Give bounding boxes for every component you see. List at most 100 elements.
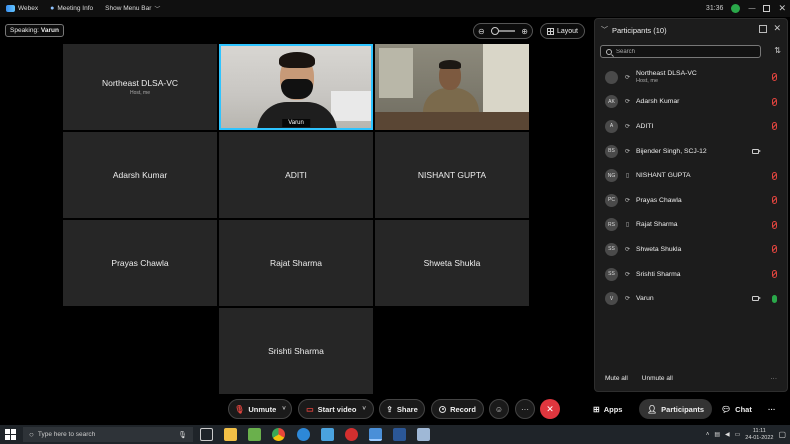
participant-search[interactable] — [600, 45, 761, 58]
speaking-indicator: Speaking: Varun — [5, 24, 64, 37]
mic-muted-icon[interactable] — [772, 270, 777, 279]
taskbar-clock[interactable]: 11:11 24-01-2022 — [745, 428, 773, 442]
mic-active-icon[interactable] — [772, 294, 777, 303]
participant-row[interactable]: SS ⟳ Srishti Sharma — [595, 262, 787, 287]
edge-icon[interactable] — [297, 428, 310, 441]
video-tile-srishti-sharma[interactable]: Srishti Sharma — [219, 308, 373, 394]
mic-muted-icon[interactable] — [772, 196, 777, 205]
video-tile-aditi[interactable]: ADITI — [219, 132, 373, 218]
more-options-icon[interactable]: ··· — [771, 375, 778, 382]
windows-taskbar: ○ Type here to search 🎙︎ ˄ ▤ ◀ ▭ 11:11 2… — [0, 425, 790, 444]
phone-icon: ▯ — [625, 222, 630, 229]
webex-logo-icon — [6, 5, 15, 12]
participants-footer: Mute all Unmute all ··· — [595, 371, 787, 385]
unmute-button[interactable]: 🎙︎ Unmute ˅ — [228, 399, 292, 419]
mic-muted-icon[interactable] — [772, 171, 777, 180]
word-icon[interactable] — [393, 428, 406, 441]
webex-taskbar-icon[interactable] — [369, 428, 382, 441]
connection-status-icon — [731, 4, 741, 13]
participant-row[interactable]: A ⟳ ADITI — [595, 114, 787, 139]
video-person-mask — [281, 79, 313, 99]
video-tile-shweta-shukla[interactable]: Shweta Shukla — [375, 220, 529, 306]
windows-start-icon[interactable] — [5, 429, 16, 440]
show-menu-bar-button[interactable]: Show Menu Bar ﹀ — [105, 4, 160, 13]
zoom-control[interactable]: ⊖ ⊕ — [473, 23, 533, 39]
microphone-icon[interactable]: 🎙︎ — [178, 431, 187, 439]
file-explorer-icon[interactable] — [224, 428, 237, 441]
mute-all-button[interactable]: Mute all — [605, 375, 628, 382]
participant-search-input[interactable] — [616, 48, 746, 55]
zoom-in-icon[interactable]: ⊕ — [521, 27, 528, 36]
video-tile-prayas-chawla[interactable]: Prayas Chawla — [63, 220, 217, 306]
participant-row[interactable]: PC ⟳ Prayas Chawla — [595, 188, 787, 213]
record-button[interactable]: Record — [431, 399, 484, 419]
video-tile-rajat-sharma[interactable]: Rajat Sharma — [219, 220, 373, 306]
camera-icon — [752, 296, 761, 302]
participant-row[interactable]: BS ⟳ Bijender Singh, SCJ-12 — [595, 139, 787, 164]
record-icon — [439, 405, 447, 413]
tray-chevron-up-icon[interactable]: ˄ — [706, 432, 710, 438]
collapse-chevron-icon[interactable]: ﹀ — [601, 25, 608, 35]
taskbar-search[interactable]: ○ Type here to search 🎙︎ — [23, 427, 193, 442]
video-tile-varun[interactable]: Varun — [219, 44, 373, 130]
mic-muted-icon[interactable] — [772, 122, 777, 131]
mic-muted-icon[interactable] — [772, 97, 777, 106]
participant-row[interactable]: AK ⟳ Adarsh Kumar — [595, 90, 787, 115]
share-button[interactable]: ⇪ Share — [379, 399, 425, 419]
participants-button[interactable]: 👤︎ Participants — [639, 399, 713, 419]
volume-icon[interactable]: ◀ — [725, 431, 730, 438]
participant-row[interactable]: RS ▯ Rajat Sharma — [595, 213, 787, 238]
minimize-icon[interactable]: — — [748, 5, 755, 12]
participant-row[interactable]: V ⟳ Varun — [595, 286, 787, 311]
participant-role: Host, me — [636, 78, 659, 85]
zoom-out-icon[interactable]: ⊖ — [478, 27, 485, 36]
zoom-slider[interactable] — [491, 27, 515, 35]
avatar: BS — [605, 144, 618, 158]
apps-button[interactable]: ⊞ Apps — [593, 399, 622, 419]
end-call-button[interactable]: ✕ — [540, 399, 560, 419]
participant-name-text: NISHANT GUPTA — [636, 172, 691, 180]
more-options-button[interactable]: ··· — [515, 399, 535, 419]
close-icon[interactable]: ✕ — [778, 3, 786, 14]
reactions-button[interactable]: ☺ — [489, 399, 509, 419]
unmute-all-button[interactable]: Unmute all — [642, 375, 673, 382]
close-panel-icon[interactable]: ✕ — [773, 23, 781, 34]
tile-name: Prayas Chawla — [111, 258, 169, 268]
app-icon-green[interactable] — [248, 428, 261, 441]
video-tile-adarsh-kumar[interactable]: Adarsh Kumar — [63, 132, 217, 218]
start-video-button[interactable]: ▭ Start video ˅ — [298, 399, 374, 419]
video-tile-nishant-gupta[interactable]: NISHANT GUPTA — [375, 132, 529, 218]
share-label: Share — [396, 404, 418, 414]
opera-icon[interactable] — [345, 428, 358, 441]
participant-row[interactable]: SS ⟳ Shweta Shukla — [595, 237, 787, 262]
pop-out-icon[interactable] — [759, 25, 767, 33]
app-icon-lightblue[interactable] — [417, 428, 430, 441]
chat-button[interactable]: 💬︎ Chat — [721, 399, 752, 419]
mic-muted-icon[interactable] — [772, 73, 777, 82]
apps-grid-icon: ⊞ — [593, 404, 600, 414]
participant-row[interactable]: NG ▯ NISHANT GUPTA — [595, 163, 787, 188]
chrome-icon[interactable] — [272, 428, 285, 441]
layout-button[interactable]: Layout — [540, 23, 585, 39]
mic-muted-icon[interactable] — [772, 220, 777, 229]
smiley-icon: ☺ — [494, 404, 504, 414]
chevron-down-icon[interactable]: ˅ — [362, 406, 366, 412]
video-tile-bijender-singh[interactable] — [375, 44, 529, 130]
sort-icon[interactable]: ⇅ — [774, 46, 781, 55]
apps-label: Apps — [603, 404, 623, 414]
more-panels-button[interactable]: ··· — [768, 399, 776, 419]
chevron-down-icon[interactable]: ˅ — [282, 406, 286, 412]
battery-icon[interactable]: ▭ — [735, 431, 741, 438]
participant-name: Rajat Sharma — [636, 221, 678, 228]
app-icon-blue[interactable] — [321, 428, 334, 441]
network-icon[interactable]: ▤ — [714, 431, 720, 438]
participant-row[interactable]: ⟳ Northeast DLSA-VC Host, me — [595, 65, 787, 90]
notification-icon[interactable]: ▢ — [778, 430, 786, 439]
maximize-icon[interactable] — [763, 5, 771, 12]
zoom-slider-knob[interactable] — [491, 27, 499, 35]
mic-muted-icon[interactable] — [772, 245, 777, 254]
task-view-icon[interactable] — [200, 428, 213, 441]
video-tile-northeast-dlsa-vc[interactable]: Northeast DLSA-VC Host, me — [63, 44, 217, 130]
meeting-info-button[interactable]: ● Meeting Info — [50, 5, 93, 12]
taskbar-search-placeholder: Type here to search — [37, 431, 96, 438]
